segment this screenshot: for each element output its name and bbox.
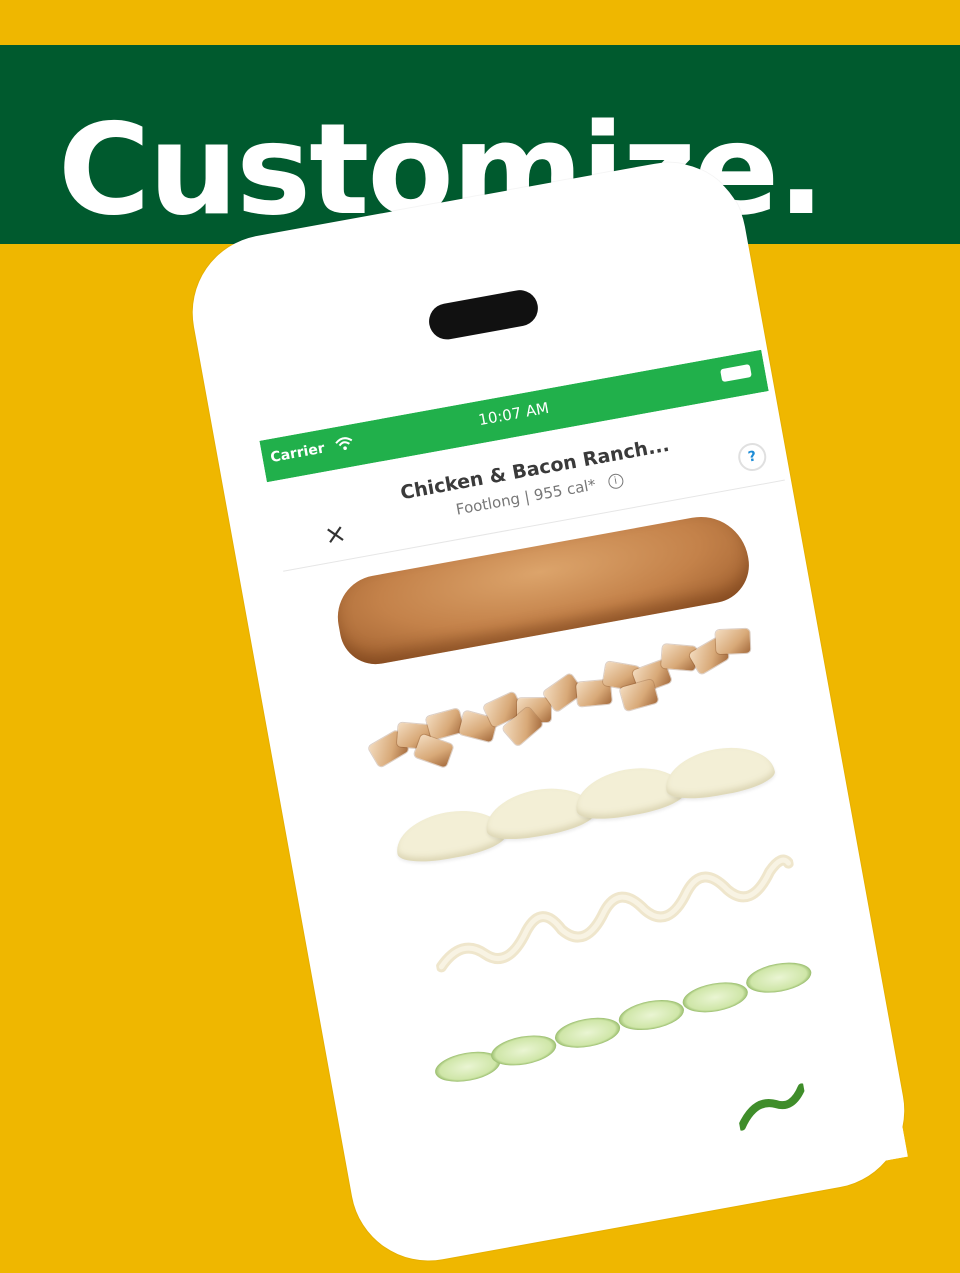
phone-screen: Carrier 10:07 AM × Chicken & Bacon Ranch… bbox=[259, 349, 908, 1248]
info-icon[interactable]: i bbox=[606, 472, 625, 491]
speaker-icon bbox=[426, 287, 541, 343]
sauce-icon[interactable] bbox=[427, 847, 804, 982]
ingredient-stack bbox=[283, 482, 908, 1248]
phone-body: Carrier 10:07 AM × Chicken & Bacon Ranch… bbox=[180, 149, 917, 1273]
cucumber-icon[interactable] bbox=[427, 954, 833, 1094]
help-icon[interactable]: ? bbox=[735, 440, 769, 474]
close-icon[interactable]: × bbox=[321, 518, 349, 551]
phone-mockup: Carrier 10:07 AM × Chicken & Bacon Ranch… bbox=[180, 136, 960, 1273]
pepper-icon[interactable] bbox=[733, 1079, 809, 1131]
